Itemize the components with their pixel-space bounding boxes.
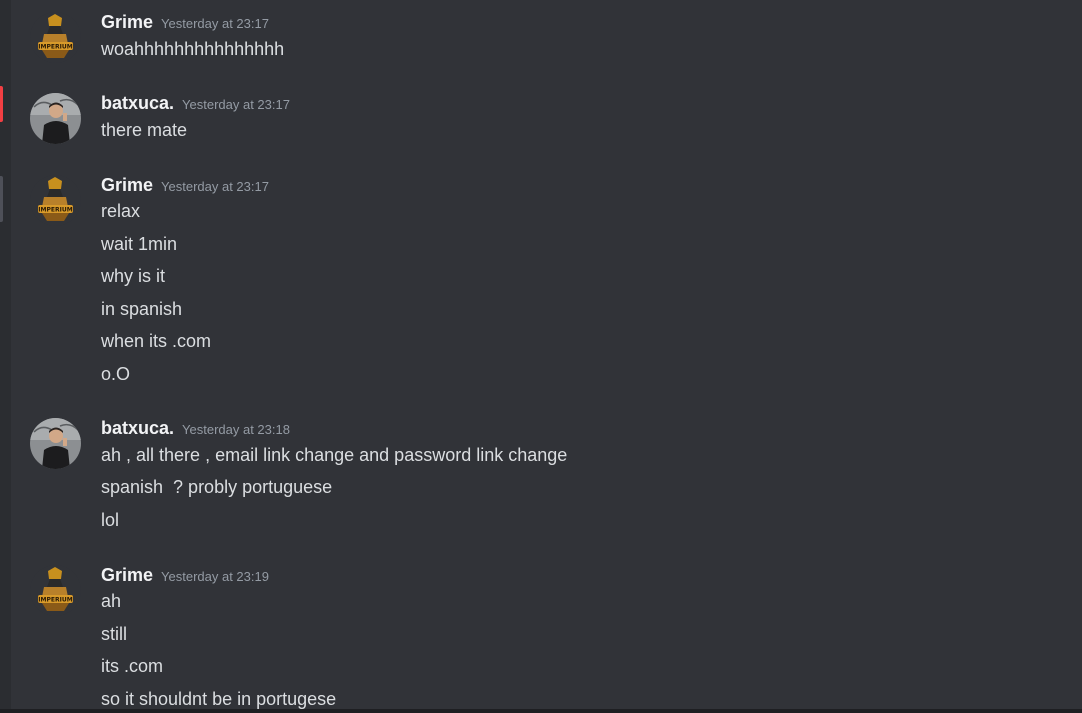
message-text: wait 1min	[101, 234, 178, 254]
svg-text:IMPERIUM: IMPERIUM	[38, 44, 72, 51]
username[interactable]: Grime	[101, 175, 153, 195]
grime-logo-icon: IMPERIUM	[30, 565, 81, 616]
scroll-marker	[0, 176, 3, 222]
message-text: ah , all there , email link change and p…	[101, 445, 568, 465]
left-panel-edge	[0, 0, 11, 713]
username[interactable]: batxuca.	[101, 93, 174, 113]
message-text: why is it	[101, 266, 166, 286]
timestamp[interactable]: Yesterday at 23:18	[182, 422, 290, 437]
timestamp[interactable]: Yesterday at 23:17	[161, 179, 269, 194]
message-group: batxuca. Yesterday at 23:18 ah , all ther…	[11, 417, 1082, 547]
message-text: spanish ? probly portuguese	[101, 477, 333, 497]
message-text: in spanish	[101, 299, 183, 319]
svg-text:IMPERIUM: IMPERIUM	[38, 597, 72, 604]
message-text: relax	[101, 201, 141, 221]
message-group: IMPERIUM Grime Yesterday at 23:17 relax w…	[11, 174, 1082, 394]
grime-logo-icon: IMPERIUM	[30, 175, 81, 226]
message-text: still	[101, 624, 127, 644]
message-header: Grime Yesterday at 23:17	[101, 11, 269, 33]
message-text: there mate	[101, 120, 188, 140]
message-header: Grime Yesterday at 23:17	[101, 174, 269, 196]
timestamp[interactable]: Yesterday at 23:17	[182, 97, 290, 112]
svg-text:IMPERIUM: IMPERIUM	[38, 207, 72, 214]
grime-logo-avatar[interactable]: IMPERIUM	[30, 12, 81, 63]
message-text: so it shouldnt be in portugese	[101, 689, 337, 709]
message-group: IMPERIUM Grime Yesterday at 23:17 woahhhh…	[11, 11, 1082, 81]
message-header: batxuca. Yesterday at 23:17	[101, 92, 290, 114]
batxuca-photo-avatar[interactable]	[30, 93, 81, 144]
username[interactable]: Grime	[101, 565, 153, 585]
message-group: IMPERIUM Grime Yesterday at 23:19 ah stil…	[11, 564, 1082, 713]
bottom-edge	[0, 709, 1082, 713]
message-text: ah	[101, 591, 122, 611]
unread-marker	[0, 86, 3, 122]
person-photo-icon	[30, 418, 81, 469]
username[interactable]: batxuca.	[101, 418, 174, 438]
timestamp[interactable]: Yesterday at 23:19	[161, 569, 269, 584]
grime-logo-icon: IMPERIUM	[30, 12, 81, 63]
message-text: lol	[101, 510, 120, 530]
person-photo-icon	[30, 93, 81, 144]
message-header: batxuca. Yesterday at 23:18	[101, 417, 290, 439]
message-text: woahhhhhhhhhhhhhhh	[101, 39, 285, 59]
message-text: o.O	[101, 364, 131, 384]
grime-logo-avatar[interactable]: IMPERIUM	[30, 565, 81, 616]
username[interactable]: Grime	[101, 12, 153, 32]
message-header: Grime Yesterday at 23:19	[101, 564, 269, 586]
timestamp[interactable]: Yesterday at 23:17	[161, 16, 269, 31]
message-text: when its .com	[101, 331, 212, 351]
chat-messages[interactable]: IMPERIUM Grime Yesterday at 23:17 woahhhh…	[11, 0, 1082, 713]
batxuca-photo-avatar[interactable]	[30, 418, 81, 469]
grime-logo-avatar[interactable]: IMPERIUM	[30, 175, 81, 226]
message-text: its .com	[101, 656, 164, 676]
message-group: batxuca. Yesterday at 23:17 there mate	[11, 92, 1082, 162]
